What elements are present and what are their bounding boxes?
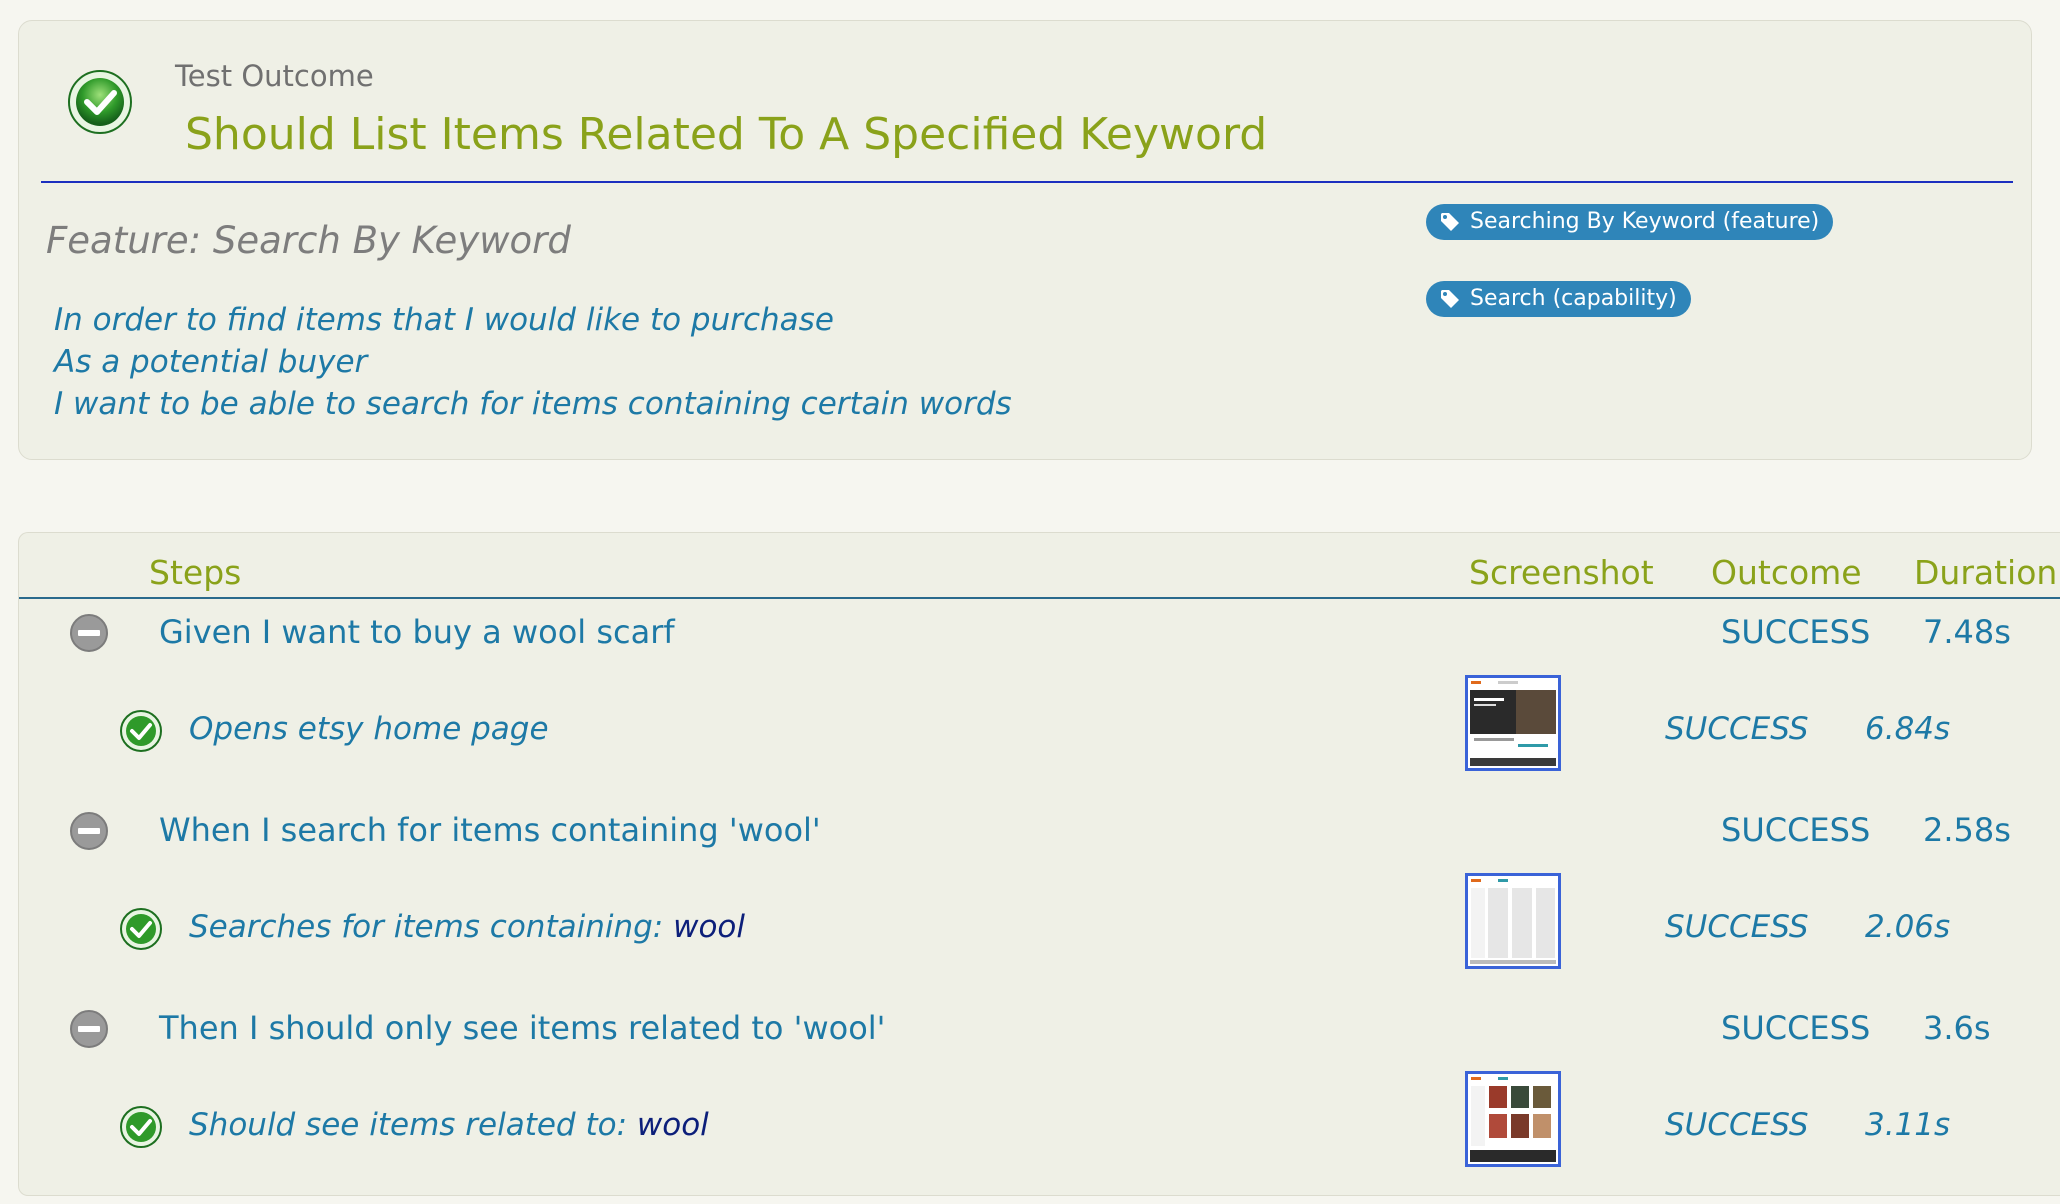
step-duration: 2.58s: [1923, 811, 2011, 849]
tag-capability[interactable]: Search (capability): [1426, 281, 1691, 317]
narrative-line: In order to find items that I would like…: [54, 302, 834, 338]
step-row: Then I should only see items related to …: [19, 999, 2060, 1059]
substep-row: Should see items related to: wool SUCCES…: [19, 1071, 2060, 1167]
test-outcome-panel: Test Outcome Should List Items Related T…: [18, 20, 2032, 460]
success-check-icon: [120, 908, 162, 950]
step-outcome: SUCCESS: [1721, 1009, 1871, 1047]
collapse-icon[interactable]: [69, 1009, 109, 1049]
feature-narrative: In order to find items that I would like…: [54, 299, 1012, 425]
substep-outcome: SUCCESS: [1665, 909, 1809, 945]
substep-text: Should see items related to:: [189, 1107, 637, 1143]
substep-duration: 2.06s: [1865, 909, 1951, 945]
column-header-outcome: Outcome: [1711, 553, 1862, 592]
header-divider: [19, 597, 2060, 599]
test-title: Should List Items Related To A Specified…: [185, 109, 1268, 160]
substep-description: Should see items related to: wool: [189, 1107, 709, 1143]
step-description: Given I want to buy a wool scarf: [159, 613, 675, 651]
step-outcome: SUCCESS: [1721, 613, 1871, 651]
collapse-icon[interactable]: [69, 613, 109, 653]
tag-icon: [1441, 213, 1459, 231]
step-row: Given I want to buy a wool scarf SUCCESS…: [19, 603, 2060, 663]
title-divider: [41, 181, 2013, 183]
substep-argument: wool: [636, 1107, 709, 1143]
substep-outcome: SUCCESS: [1665, 1107, 1809, 1143]
success-check-icon: [120, 1106, 162, 1148]
substep-outcome: SUCCESS: [1665, 711, 1809, 747]
tag-icon: [1441, 290, 1459, 308]
screenshot-thumbnail[interactable]: [1465, 675, 1561, 771]
report-page: Test Outcome Should List Items Related T…: [0, 0, 2060, 1204]
substep-description: Searches for items containing: wool: [189, 909, 745, 945]
step-duration: 3.6s: [1923, 1009, 1991, 1047]
substep-text: Opens etsy home page: [189, 711, 549, 747]
narrative-line: As a potential buyer: [54, 344, 368, 380]
substep-argument: wool: [673, 909, 745, 945]
step-row: When I search for items containing 'wool…: [19, 801, 2060, 861]
feature-heading: Feature: Search By Keyword: [46, 219, 571, 262]
tag-label: Searching By Keyword (feature): [1470, 209, 1820, 234]
collapse-icon[interactable]: [69, 811, 109, 851]
column-header-steps: Steps: [149, 553, 242, 592]
substep-row: Searches for items containing: wool SUCC…: [19, 873, 2060, 969]
steps-table: Steps Screenshot Outcome Duration Given …: [18, 532, 2060, 1196]
narrative-line: I want to be able to search for items co…: [54, 386, 1012, 422]
success-check-icon: [68, 70, 132, 134]
screenshot-thumbnail[interactable]: [1465, 1071, 1561, 1167]
homepage-screenshot-image: [1468, 678, 1558, 768]
substep-duration: 6.84s: [1865, 711, 1951, 747]
substep-text: Searches for items containing:: [189, 909, 674, 945]
step-duration: 7.48s: [1923, 613, 2011, 651]
tag-label: Search (capability): [1470, 286, 1677, 311]
substep-description: Opens etsy home page: [189, 711, 549, 747]
items-screenshot-image: [1468, 1074, 1558, 1164]
substep-duration: 3.11s: [1865, 1107, 1951, 1143]
outcome-label: Test Outcome: [175, 59, 374, 93]
column-header-screenshot: Screenshot: [1469, 553, 1654, 592]
tag-feature[interactable]: Searching By Keyword (feature): [1426, 204, 1834, 240]
screenshot-thumbnail[interactable]: [1465, 873, 1561, 969]
substep-row: Opens etsy home page SUCCESS 6.84s: [19, 675, 2060, 771]
step-description: When I search for items containing 'wool…: [159, 811, 821, 849]
success-check-icon: [120, 710, 162, 752]
column-header-duration: Duration: [1914, 553, 2058, 592]
step-description: Then I should only see items related to …: [159, 1009, 886, 1047]
step-outcome: SUCCESS: [1721, 811, 1871, 849]
search-results-screenshot-image: [1468, 876, 1558, 966]
